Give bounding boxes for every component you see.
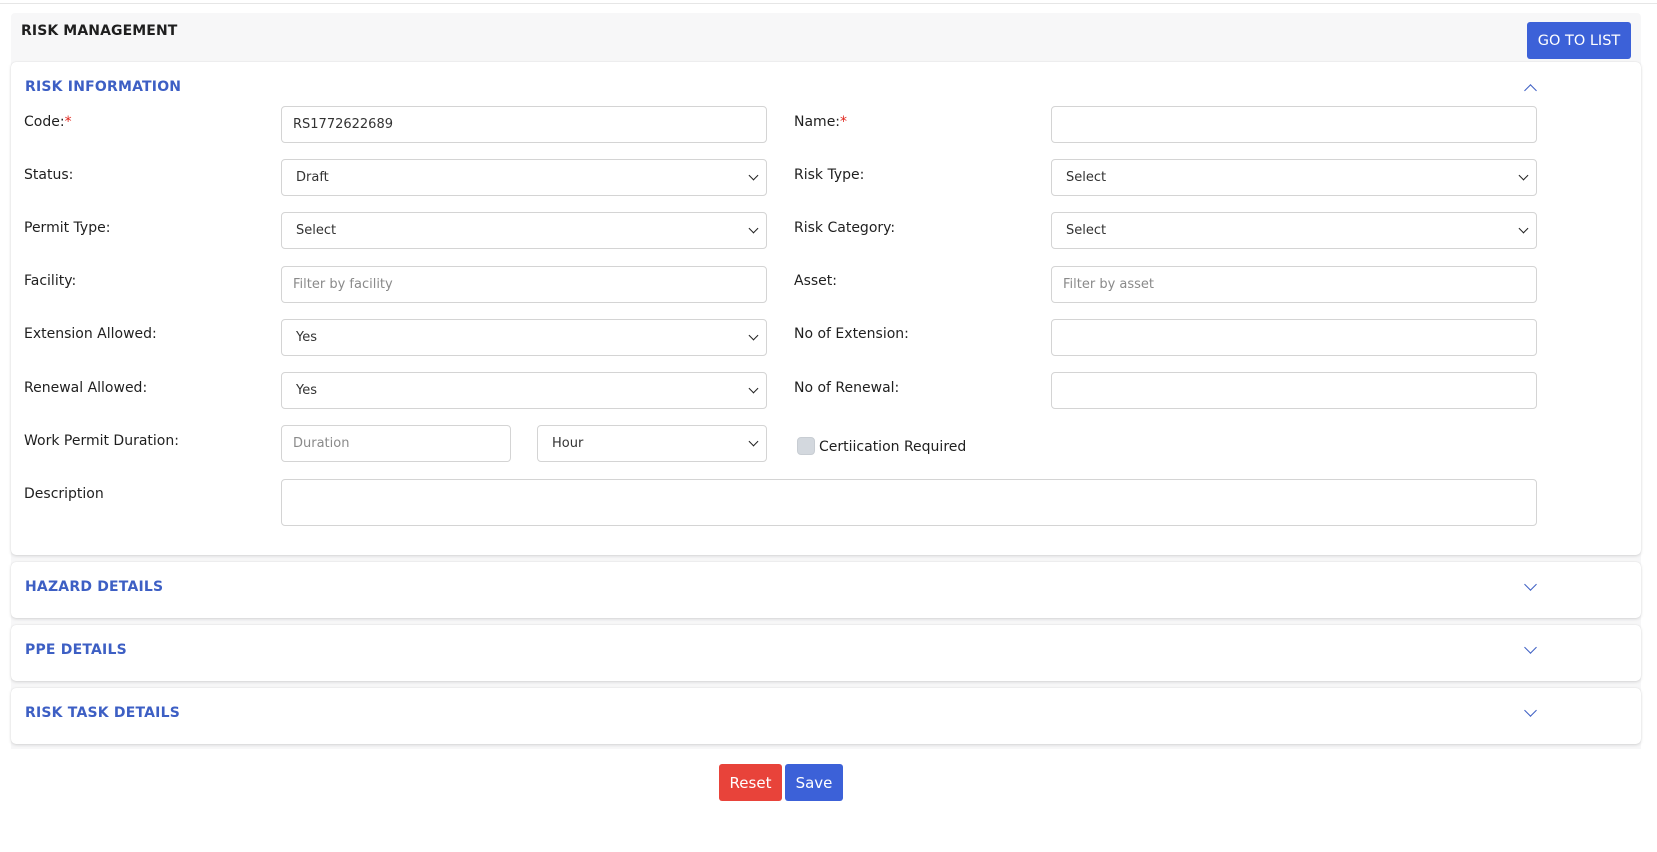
required-marker: * [64, 114, 72, 130]
certification-required-checkbox[interactable] [797, 437, 815, 455]
facility-label: Facility: [24, 273, 77, 289]
code-label: Code:* [24, 114, 72, 130]
risk-type-select[interactable]: Select [1051, 159, 1537, 196]
chevron-down-icon [748, 436, 759, 447]
no-of-renewal-input[interactable] [1051, 372, 1537, 409]
permit-type-selected-value: Select [296, 223, 337, 238]
go-to-list-button[interactable]: GO TO LIST [1527, 22, 1631, 59]
name-label: Name:* [794, 114, 848, 130]
risk-information-panel: RISK INFORMATION Code:* RS1772622689 Nam… [11, 62, 1641, 555]
extension-allowed-selected-value: Yes [296, 330, 317, 345]
no-of-extension-input[interactable] [1051, 319, 1537, 356]
risk-category-label: Risk Category: [794, 220, 896, 236]
risk-category-select[interactable]: Select [1051, 212, 1537, 249]
ppe-details-title[interactable]: PPE DETAILS [25, 642, 127, 658]
status-select[interactable]: Draft [281, 159, 767, 196]
risk-type-selected-value: Select [1066, 170, 1107, 185]
permit-type-label: Permit Type: [24, 220, 111, 236]
risk-management-page: RISK MANAGEMENT GO TO LIST RISK INFORMAT… [11, 13, 1641, 851]
duration-input[interactable]: Duration [281, 425, 511, 462]
name-input[interactable] [1051, 106, 1537, 143]
code-input[interactable]: RS1772622689 [281, 106, 767, 143]
risk-task-details-title[interactable]: RISK TASK DETAILS [25, 705, 180, 721]
risk-category-selected-value: Select [1066, 223, 1107, 238]
chevron-down-icon[interactable] [1524, 578, 1537, 591]
work-permit-duration-label: Work Permit Duration: [24, 433, 179, 449]
page-title: RISK MANAGEMENT [21, 23, 178, 39]
page-header: RISK MANAGEMENT GO TO LIST [11, 13, 1641, 65]
hazard-details-panel[interactable]: HAZARD DETAILS [11, 562, 1641, 618]
no-of-extension-label: No of Extension: [794, 326, 909, 342]
chevron-down-icon[interactable] [1524, 641, 1537, 654]
chevron-down-icon [1518, 170, 1529, 181]
ppe-details-panel[interactable]: PPE DETAILS [11, 625, 1641, 681]
renewal-allowed-selected-value: Yes [296, 383, 317, 398]
certification-required-label[interactable]: Certiication Required [819, 439, 966, 455]
risk-information-title[interactable]: RISK INFORMATION [25, 79, 181, 95]
chevron-down-icon [1518, 223, 1529, 234]
status-selected-value: Draft [296, 170, 329, 185]
asset-filter-input[interactable]: Filter by asset [1051, 266, 1537, 303]
facility-filter-input[interactable]: Filter by facility [281, 266, 767, 303]
chevron-down-icon [748, 170, 759, 181]
duration-unit-select[interactable]: Hour [537, 425, 767, 462]
save-button[interactable]: Save [785, 764, 843, 801]
status-label: Status: [24, 167, 74, 183]
required-marker: * [840, 114, 848, 130]
no-of-renewal-label: No of Renewal: [794, 380, 900, 396]
permit-type-select[interactable]: Select [281, 212, 767, 249]
extension-allowed-label: Extension Allowed: [24, 326, 157, 342]
description-textarea[interactable] [281, 479, 1537, 526]
asset-label: Asset: [794, 273, 837, 289]
description-label: Description [24, 486, 104, 502]
hazard-details-title[interactable]: HAZARD DETAILS [25, 579, 163, 595]
risk-task-details-panel[interactable]: RISK TASK DETAILS [11, 688, 1641, 744]
reset-button[interactable]: Reset [719, 764, 782, 801]
duration-unit-selected-value: Hour [552, 436, 584, 451]
chevron-up-icon[interactable] [1524, 84, 1537, 97]
top-divider [0, 3, 1657, 4]
chevron-down-icon [748, 330, 759, 341]
renewal-allowed-label: Renewal Allowed: [24, 380, 148, 396]
risk-type-label: Risk Type: [794, 167, 865, 183]
extension-allowed-select[interactable]: Yes [281, 319, 767, 356]
chevron-down-icon[interactable] [1524, 704, 1537, 717]
chevron-down-icon [748, 383, 759, 394]
chevron-down-icon [748, 223, 759, 234]
renewal-allowed-select[interactable]: Yes [281, 372, 767, 409]
